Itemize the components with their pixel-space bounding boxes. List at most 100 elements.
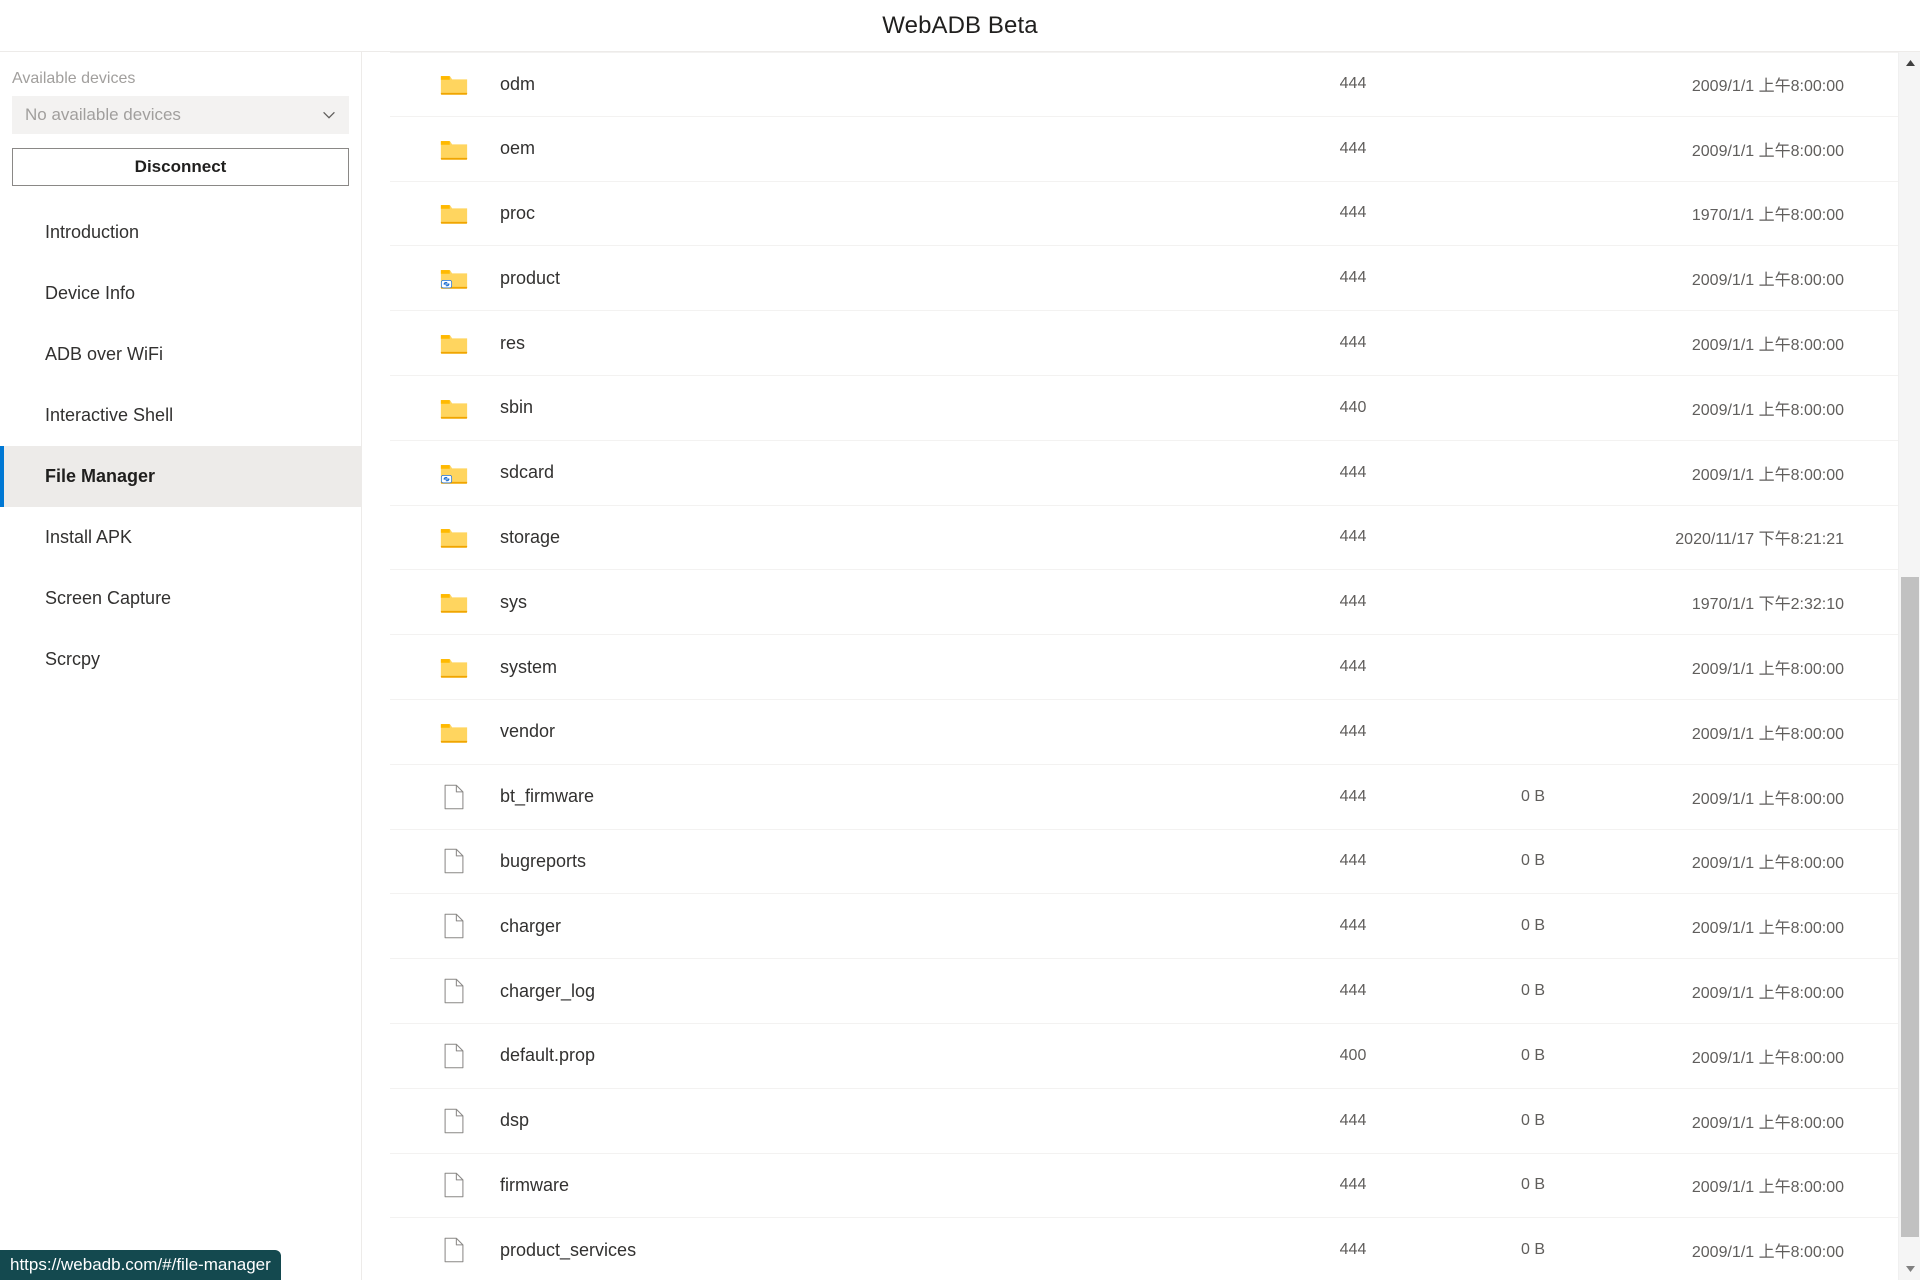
file-name: proc: [500, 202, 536, 223]
table-row[interactable]: sys 444 1970/1/1 下午2:32:10: [390, 570, 1898, 636]
file-date: 2009/1/1 上午8:00:00: [1691, 1114, 1844, 1132]
table-row[interactable]: product 444 2009/1/1 上午8:00:00: [390, 246, 1898, 312]
app-root: WebADB Beta Available devices No availab…: [0, 0, 1920, 1280]
file-name: bt_firmware: [500, 786, 595, 807]
file-icon: [390, 911, 500, 941]
file-name: odm: [500, 73, 536, 94]
file-name: sbin: [500, 397, 534, 418]
file-date: 2009/1/1 上午8:00:00: [1691, 272, 1844, 290]
sidebar-item-label: Device Info: [45, 283, 136, 303]
device-select-value: No available devices: [25, 105, 181, 124]
sidebar-item-label: Install APK: [45, 527, 133, 547]
folder-icon: [390, 328, 500, 358]
table-row[interactable]: odm 444 2009/1/1 上午8:00:00: [390, 52, 1898, 117]
file-icon: [390, 1041, 500, 1071]
file-permission: 444: [1339, 917, 1367, 935]
sidebar: Available devices No available devices D…: [0, 52, 362, 1280]
sidebar-nav: Introduction Device Info ADB over WiFi I…: [0, 202, 361, 690]
file-name: sys: [500, 591, 527, 612]
available-devices-label: Available devices: [12, 70, 136, 87]
file-icon: [390, 846, 500, 876]
sidebar-item-device-info[interactable]: Device Info: [0, 263, 361, 324]
sidebar-item-adb-over-wifi[interactable]: ADB over WiFi: [0, 324, 361, 385]
file-permission: 444: [1339, 75, 1367, 93]
file-date: 1970/1/1 下午2:32:10: [1691, 596, 1844, 614]
file-name: charger_log: [500, 980, 596, 1001]
file-name: res: [500, 332, 526, 353]
sidebar-item-interactive-shell[interactable]: Interactive Shell: [0, 385, 361, 446]
sidebar-item-file-manager[interactable]: File Manager: [0, 446, 361, 507]
scroll-up-arrow-icon[interactable]: [1899, 52, 1920, 74]
file-permission: 444: [1339, 852, 1367, 870]
file-icon: [390, 1106, 500, 1136]
file-list[interactable]: odm 444 2009/1/1 上午8:00:00 oem 444 2009/1/1 上…: [362, 52, 1898, 1280]
file-date: 2009/1/1 上午8:00:00: [1691, 78, 1844, 96]
scroll-down-arrow-icon[interactable]: [1899, 1258, 1920, 1280]
file-name: default.prop: [500, 1045, 596, 1066]
file-name: system: [500, 656, 558, 677]
file-permission: 444: [1339, 1176, 1367, 1194]
table-row[interactable]: charger_log 444 0 B 2009/1/1 上午8:00:00: [390, 959, 1898, 1024]
table-row[interactable]: dsp 444 0 B 2009/1/1 上午8:00:00: [390, 1089, 1898, 1154]
file-date: 2009/1/1 上午8:00:00: [1691, 855, 1844, 873]
vertical-scrollbar[interactable]: [1898, 52, 1920, 1280]
file-name: oem: [500, 138, 536, 159]
folder-icon: [390, 717, 500, 747]
folder-link-icon: [390, 263, 500, 293]
table-row[interactable]: proc 444 1970/1/1 上午8:00:00: [390, 182, 1898, 247]
file-name: storage: [500, 526, 561, 547]
table-row[interactable]: firmware 444 0 B 2009/1/1 上午8:00:00: [390, 1154, 1898, 1219]
file-permission: 444: [1339, 787, 1367, 805]
sidebar-item-introduction[interactable]: Introduction: [0, 202, 361, 263]
folder-icon: [390, 393, 500, 423]
sidebar-item-install-apk[interactable]: Install APK: [0, 507, 361, 568]
file-permission: 444: [1339, 139, 1367, 157]
file-date: 2009/1/1 上午8:00:00: [1691, 725, 1844, 743]
sidebar-item-label: File Manager: [45, 466, 156, 486]
file-permission: 440: [1339, 398, 1367, 416]
table-row[interactable]: sbin 440 2009/1/1 上午8:00:00: [390, 376, 1898, 441]
table-row[interactable]: storage 444 2020/11/17 下午8:21:21: [390, 506, 1898, 571]
table-row[interactable]: bt_firmware 444 0 B 2009/1/1 上午8:00:00: [390, 765, 1898, 830]
folder-link-icon: [390, 458, 500, 488]
file-permission: 444: [1339, 722, 1367, 740]
file-size: 0 B: [1520, 1241, 1545, 1259]
sidebar-item-scrcpy[interactable]: Scrcpy: [0, 629, 361, 690]
file-size: 0 B: [1520, 787, 1545, 805]
sidebar-item-label: Scrcpy: [45, 649, 101, 669]
table-row[interactable]: bugreports 444 0 B 2009/1/1 上午8:00:00: [390, 830, 1898, 895]
table-row[interactable]: vendor 444 2009/1/1 上午8:00:00: [390, 700, 1898, 765]
status-bar-url-text: https://webadb.com/#/file-manager: [10, 1255, 271, 1274]
file-size: 0 B: [1520, 1176, 1545, 1194]
folder-icon: [390, 134, 500, 164]
disconnect-button[interactable]: Disconnect: [12, 148, 349, 186]
table-row[interactable]: default.prop 400 0 B 2009/1/1 上午8:00:00: [390, 1024, 1898, 1089]
file-date: 2009/1/1 上午8:00:00: [1691, 1049, 1844, 1067]
file-date: 2009/1/1 上午8:00:00: [1691, 1179, 1844, 1197]
table-row[interactable]: oem 444 2009/1/1 上午8:00:00: [390, 117, 1898, 182]
table-row[interactable]: system 444 2009/1/1 上午8:00:00: [390, 635, 1898, 700]
file-permission: 444: [1339, 658, 1367, 676]
device-select[interactable]: No available devices: [12, 96, 349, 134]
sidebar-item-screen-capture[interactable]: Screen Capture: [0, 568, 361, 629]
file-date: 2009/1/1 上午8:00:00: [1691, 661, 1844, 679]
file-name: product_services: [500, 1239, 637, 1260]
active-accent-bar: [0, 446, 4, 507]
sidebar-item-label: ADB over WiFi: [45, 344, 164, 364]
file-size: 0 B: [1520, 852, 1545, 870]
file-size: 0 B: [1520, 917, 1545, 935]
table-row[interactable]: product_services 444 0 B 2009/1/1 上午8:00:00: [390, 1218, 1898, 1280]
file-permission: 444: [1339, 334, 1367, 352]
file-name: dsp: [500, 1110, 530, 1131]
file-name: product: [500, 267, 561, 288]
file-date: 2009/1/1 上午8:00:00: [1691, 1244, 1844, 1262]
file-name: firmware: [500, 1174, 570, 1195]
file-icon: [390, 1170, 500, 1200]
table-row[interactable]: res 444 2009/1/1 上午8:00:00: [390, 311, 1898, 376]
file-icon: [390, 1235, 500, 1265]
file-permission: 444: [1339, 593, 1367, 611]
file-name: sdcard: [500, 462, 555, 483]
scrollbar-thumb[interactable]: [1901, 577, 1919, 1237]
table-row[interactable]: sdcard 444 2009/1/1 上午8:00:00: [390, 441, 1898, 506]
table-row[interactable]: charger 444 0 B 2009/1/1 上午8:00:00: [390, 894, 1898, 960]
